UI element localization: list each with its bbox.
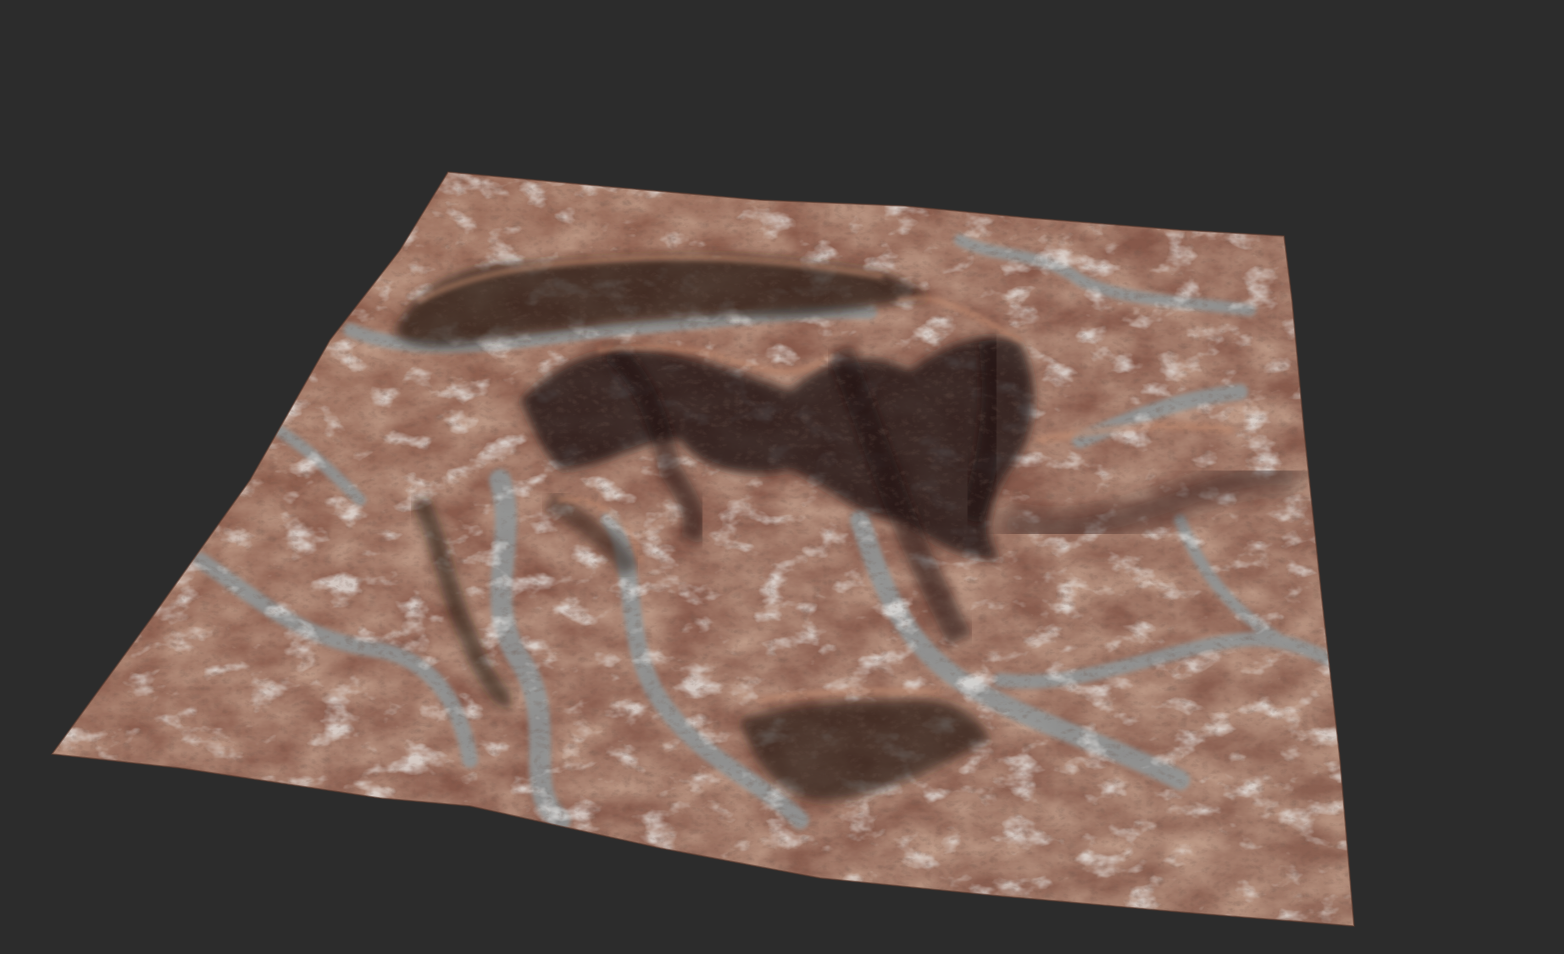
- 3d-viewport[interactable]: [0, 0, 1564, 954]
- terrain-heightmap-render: [50, 171, 1355, 927]
- terrain-slab: [52, 172, 1354, 926]
